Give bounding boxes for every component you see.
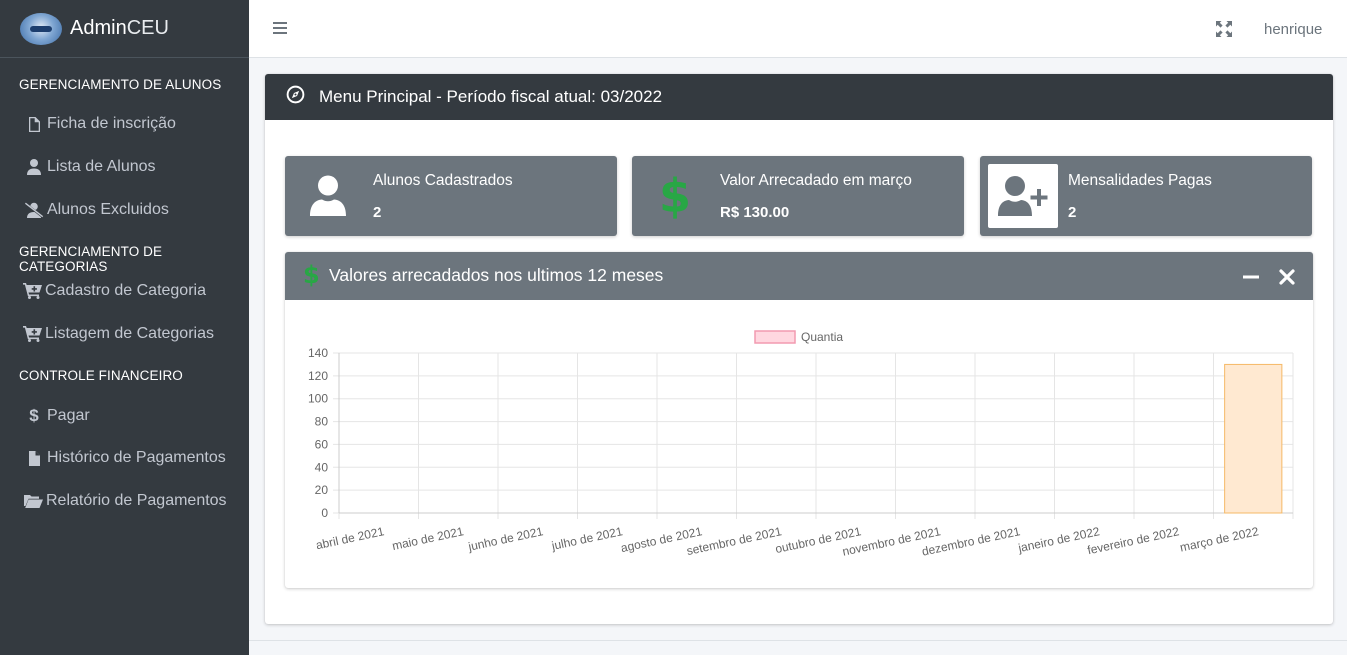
- info-box-value: 2: [373, 204, 382, 221]
- dollar-icon: $: [29, 406, 39, 425]
- brand-logo: [20, 12, 62, 45]
- chart-card: $ Valores arrecadados nos ultimos 12 mes…: [285, 252, 1313, 588]
- user-icon: [24, 159, 44, 175]
- x-tick-label: junho de 2021: [466, 524, 545, 554]
- folder-open-icon: [23, 494, 43, 508]
- user-slash-icon: [24, 202, 44, 218]
- nav-header-financeiro: CONTROLE FINANCEIRO: [19, 368, 183, 383]
- info-box-label: Valor Arrecadado em março: [720, 172, 912, 189]
- bars-icon[interactable]: [273, 22, 287, 34]
- cart-plus-icon: [22, 283, 42, 299]
- y-tick-label: 40: [315, 460, 329, 474]
- close-button[interactable]: [1278, 268, 1296, 286]
- sidebar-item-label: Ficha de inscrição: [47, 115, 176, 132]
- brand-name: AdminCEU: [70, 17, 169, 39]
- sidebar-item-pagar[interactable]: $ Pagar: [24, 406, 90, 426]
- user-plus-icon: [988, 164, 1058, 228]
- dollar-icon: $: [303, 261, 320, 289]
- bar: [1224, 363, 1283, 514]
- x-tick-label: maio de 2021: [391, 524, 465, 553]
- sidebar-item-label: Cadastro de Categoria: [45, 282, 206, 299]
- y-tick-label: 120: [308, 369, 328, 383]
- file-icon: [24, 450, 44, 466]
- y-tick-label: 100: [308, 392, 328, 406]
- user-icon: [293, 164, 363, 228]
- sidebar-item-label: Lista de Alunos: [47, 158, 156, 175]
- info-box-label: Alunos Cadastrados: [373, 172, 513, 189]
- compass-icon: [286, 85, 305, 109]
- bar-chart: Quantia020406080100120140abril de 2021 ma…: [308, 330, 1294, 559]
- sidebar-item-historico-pagamentos[interactable]: Histórico de Pagamentos: [24, 449, 226, 467]
- collapse-button[interactable]: [1242, 268, 1260, 286]
- cart-plus-icon: [22, 326, 42, 342]
- user-menu[interactable]: henrique: [1264, 21, 1322, 38]
- chart-card-title: Valores arrecadados nos ultimos 12 meses: [329, 265, 664, 285]
- sidebar-item-label: Alunos Excluidos: [47, 201, 169, 218]
- y-tick-label: 20: [315, 483, 329, 497]
- sidebar-item-label: Pagar: [47, 407, 90, 424]
- nav-header-alunos: GERENCIAMENTO DE ALUNOS: [19, 77, 222, 92]
- y-tick-label: 140: [308, 346, 328, 360]
- sidebar-item-relatorio-pagamentos[interactable]: Relatório de Pagamentos: [23, 492, 227, 510]
- nav-header-categorias: GERENCIAMENTO DE CATEGORIAS: [19, 244, 163, 274]
- expand-icon[interactable]: [1216, 21, 1232, 37]
- brand-link[interactable]: AdminCEU: [0, 0, 249, 58]
- sidebar-item-label: Relatório de Pagamentos: [46, 492, 227, 509]
- info-box-alunos-cadastrados: Alunos Cadastrados 2: [285, 156, 617, 236]
- info-box-valor-arrecadado: $ Valor Arrecadado em março R$ 130.00: [632, 156, 964, 236]
- legend-swatch: [754, 330, 796, 344]
- sidebar-item-ficha-inscricao[interactable]: Ficha de inscrição: [24, 115, 176, 133]
- page-title: Menu Principal - Período fiscal atual: 0…: [319, 87, 663, 106]
- sidebar-item-label: Listagem de Categorias: [45, 325, 214, 342]
- legend-label: Quantia: [801, 330, 843, 344]
- y-tick-label: 0: [321, 506, 328, 520]
- sidebar-item-alunos-excluidos[interactable]: Alunos Excluidos: [24, 201, 169, 219]
- footer-divider: [249, 640, 1347, 641]
- info-box-value: R$ 130.00: [720, 204, 790, 221]
- info-box-label: Mensalidades Pagas: [1068, 172, 1212, 189]
- x-tick-label: março de 2022: [1179, 524, 1261, 554]
- sidebar-item-cadastro-categoria[interactable]: Cadastro de Categoria: [22, 282, 206, 300]
- main-card-header: Menu Principal - Período fiscal atual: 0…: [265, 74, 1333, 120]
- sidebar-item-listagem-categorias[interactable]: Listagem de Categorias: [22, 325, 214, 343]
- y-tick-label: 60: [315, 437, 329, 451]
- sidebar: AdminCEU GERENCIAMENTO DE ALUNOS Ficha d…: [0, 0, 249, 655]
- file-icon: [24, 116, 44, 132]
- dollar-icon: $: [658, 169, 691, 223]
- info-box-mensalidades-pagas: Mensalidades Pagas 2: [980, 156, 1312, 236]
- x-tick-label: abril de 2021: [315, 524, 386, 552]
- x-tick-label: julho de 2021: [549, 524, 624, 553]
- top-navbar: henrique: [249, 0, 1347, 58]
- y-tick-label: 80: [315, 415, 329, 429]
- chart-card-header: $ Valores arrecadados nos ultimos 12 mes…: [285, 252, 1313, 300]
- sidebar-item-lista-alunos[interactable]: Lista de Alunos: [24, 158, 156, 176]
- info-box-value: 2: [1068, 204, 1077, 221]
- sidebar-item-label: Histórico de Pagamentos: [47, 449, 226, 466]
- x-tick-label: fevereiro de 2022: [1086, 524, 1181, 557]
